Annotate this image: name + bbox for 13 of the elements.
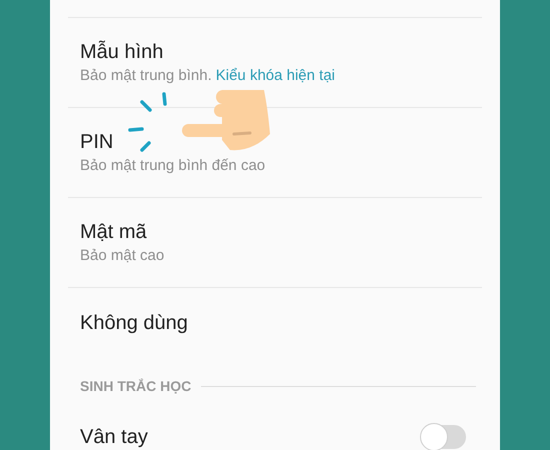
- section-header: SINH TRẮC HỌC: [80, 377, 192, 396]
- option-title: Không dùng: [80, 311, 189, 335]
- option-title: PIN: [80, 130, 114, 154]
- toggle-switch[interactable]: [422, 425, 466, 449]
- option-subtitle: Bảo mật trung bình đến cao: [80, 156, 266, 176]
- option-title: Vân tay: [80, 425, 148, 449]
- option-title: Mẫu hình: [80, 40, 164, 64]
- current-status: Kiểu khóa hiện tại: [216, 66, 336, 86]
- option-subtitle: Bảo mật trung bình.: [80, 66, 212, 86]
- lock-option[interactable]: Không dùng: [68, 288, 482, 358]
- option-subtitle: Bảo mật cao: [80, 246, 164, 266]
- lock-option[interactable]: Mật mã Bảo mật cao: [68, 198, 482, 288]
- option-title: Mật mã: [80, 220, 148, 244]
